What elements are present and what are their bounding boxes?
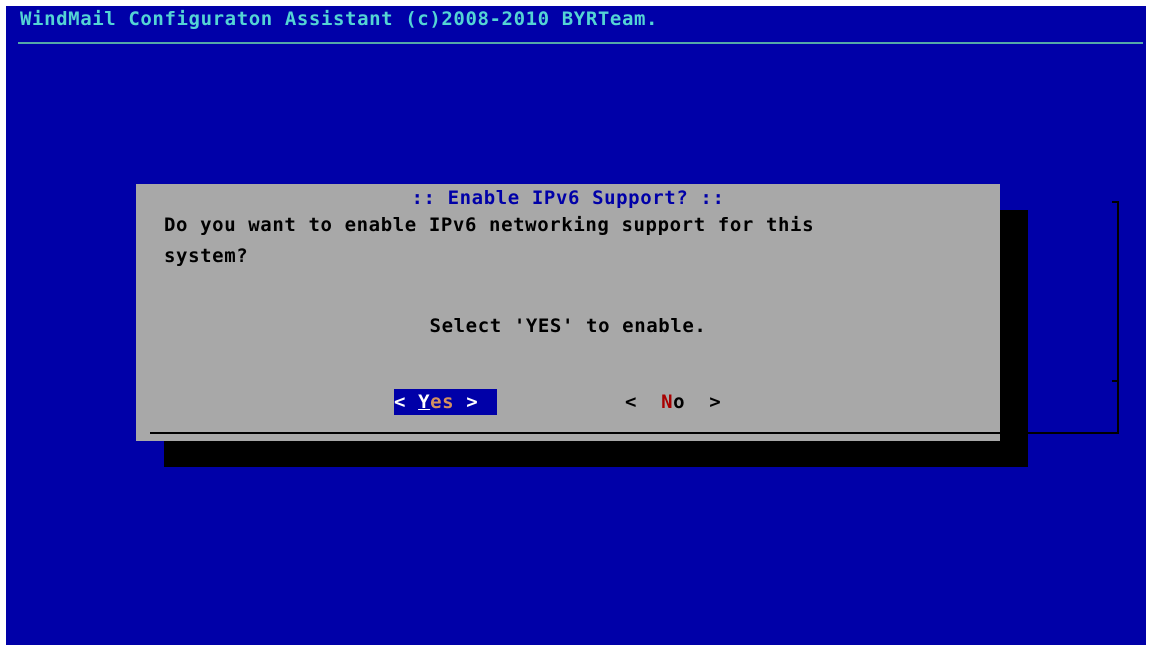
- backtitle: WindMail Configuraton Assistant (c)2008-…: [20, 8, 659, 30]
- no-button-close-bracket: >: [685, 391, 722, 413]
- no-button-hotkey: N: [661, 391, 674, 413]
- dialog-frame-right: [1117, 201, 1119, 380]
- dialog-title: :: Enable IPv6 Support? ::: [411, 187, 725, 209]
- dialog-frame-bottom: [150, 432, 1119, 434]
- dialog-hint: Select 'YES' to enable.: [429, 315, 707, 337]
- no-button-label: o: [673, 391, 686, 413]
- dialog-message: Do you want to enable IPv6 networking su…: [164, 214, 815, 267]
- yes-button[interactable]: < Yes >: [394, 389, 497, 415]
- no-button-open-bracket: <: [625, 391, 662, 413]
- yes-button-close-bracket: >: [454, 391, 479, 413]
- terminal-screen: WindMail Configuraton Assistant (c)2008-…: [6, 6, 1146, 645]
- no-button[interactable]: < No >: [625, 389, 735, 415]
- yes-button-label: es: [430, 391, 455, 413]
- yes-button-hotkey: Y: [418, 391, 431, 413]
- backtitle-divider: [18, 42, 1143, 44]
- dialog-frame-right-lower: [1117, 380, 1119, 434]
- yesno-dialog: :: Enable IPv6 Support? :: Do you want t…: [136, 184, 1119, 441]
- yes-button-open-bracket: <: [394, 391, 419, 413]
